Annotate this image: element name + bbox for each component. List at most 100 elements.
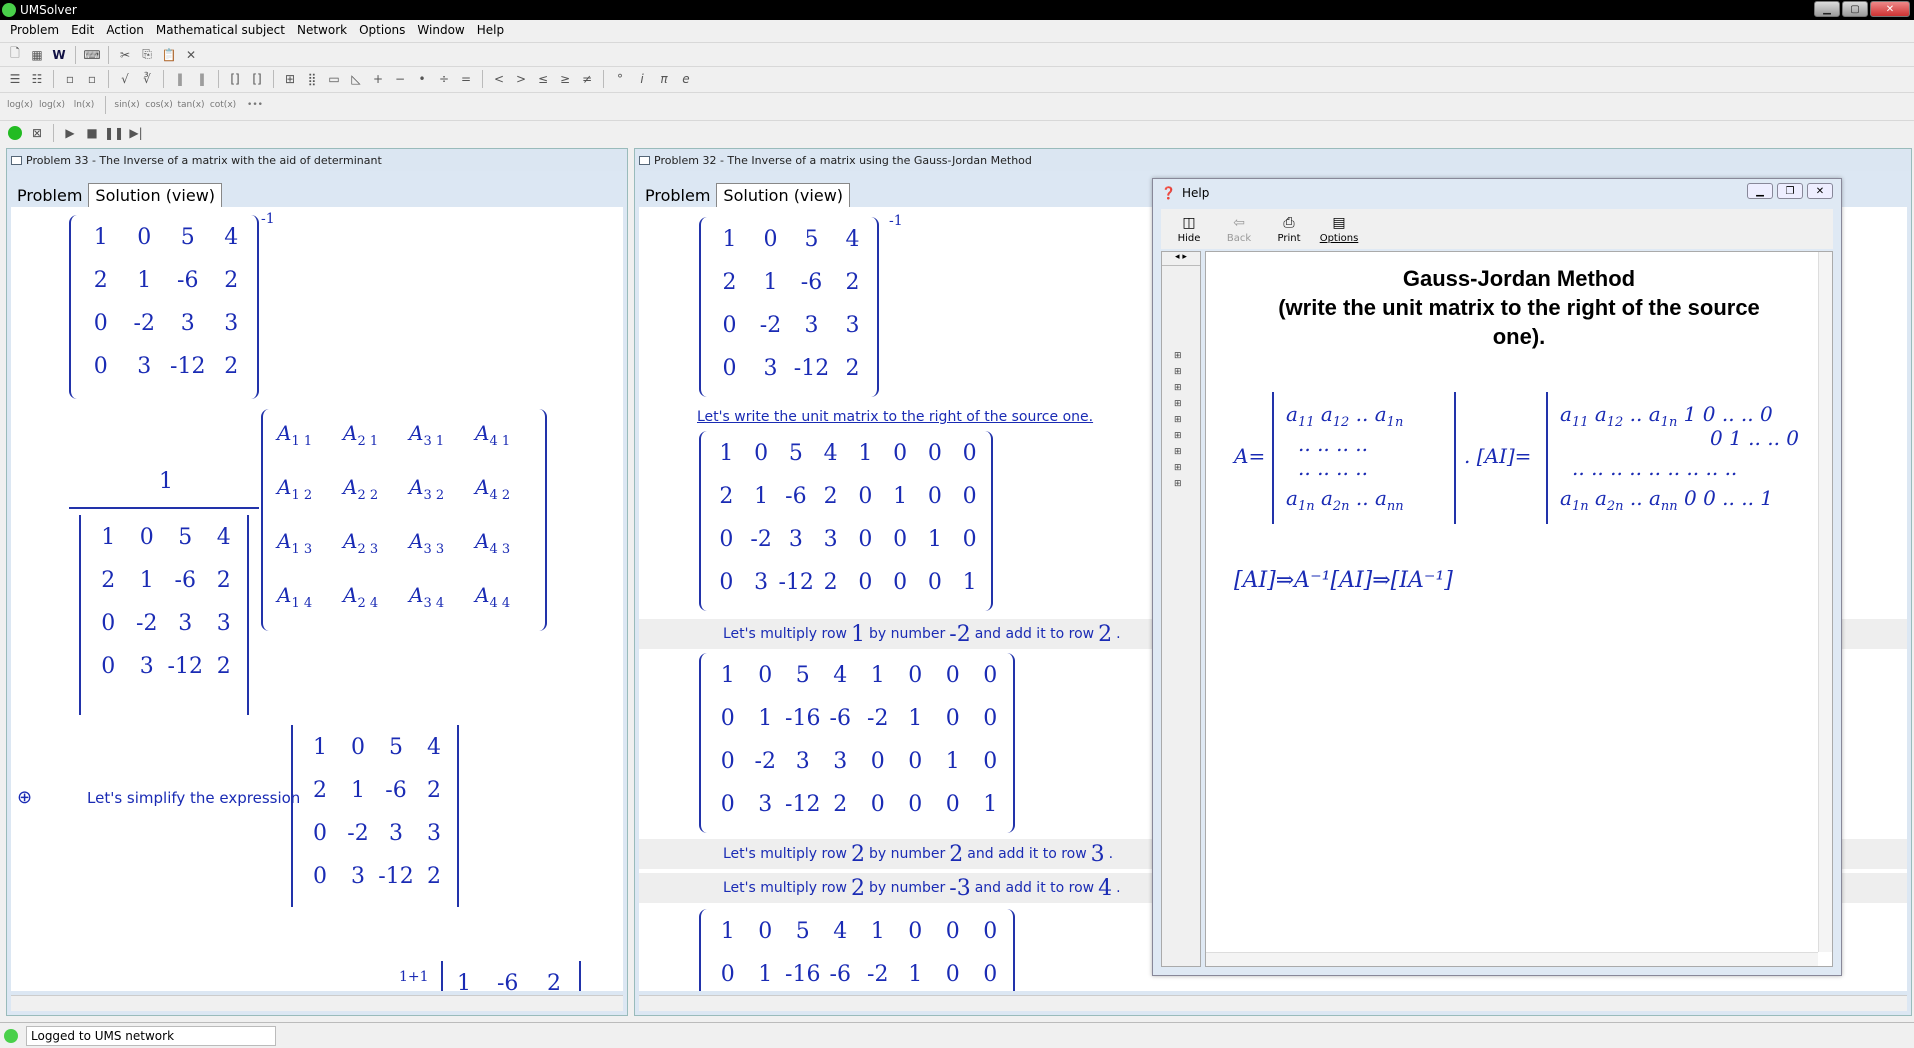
step-icon[interactable]: ▶| xyxy=(127,124,145,142)
help-close-button[interactable]: ✕ xyxy=(1807,183,1833,199)
log-base-button[interactable]: log(x) xyxy=(38,96,66,114)
bracket-icon[interactable]: [] xyxy=(248,70,266,88)
matrix-cell: 1 xyxy=(858,441,873,466)
help-minimize-button[interactable]: ▁ xyxy=(1747,183,1773,199)
back-button[interactable]: ⇦ Back xyxy=(1217,209,1261,249)
tab-solution-view[interactable]: Solution (view) xyxy=(716,183,851,207)
neq-icon[interactable]: ≠ xyxy=(578,70,596,88)
menu-bar: Problem Edit Action Mathematical subject… xyxy=(0,20,1914,40)
superscript-icon[interactable]: ▫ xyxy=(61,70,79,88)
horizontal-scrollbar-right[interactable] xyxy=(639,995,1907,1011)
cos-button[interactable]: cos(x) xyxy=(145,96,173,114)
imaginary-icon[interactable]: i xyxy=(633,70,651,88)
options-button[interactable]: ▤ Options xyxy=(1317,209,1361,249)
rows2-icon[interactable]: ☷ xyxy=(28,70,46,88)
equals-icon[interactable]: = xyxy=(457,70,475,88)
cofactor-cell: A1 2 xyxy=(277,475,313,503)
root-n-icon[interactable]: ∛ xyxy=(138,70,156,88)
matrix-cell: 1 xyxy=(719,441,734,466)
matrix-cell: 1 xyxy=(945,749,960,774)
menu-network[interactable]: Network xyxy=(291,23,353,37)
maximize-button[interactable]: ▢ xyxy=(1842,1,1868,17)
tan-button[interactable]: tan(x) xyxy=(177,96,205,114)
paren-icon[interactable]: [] xyxy=(226,70,244,88)
tab-problem[interactable]: Problem xyxy=(11,184,88,207)
word-icon[interactable]: W xyxy=(50,46,68,64)
pane-scroll-arrows[interactable]: ◂ ▸ xyxy=(1162,252,1200,266)
write-unit-matrix-link[interactable]: Let's write the unit matrix to the right… xyxy=(697,409,1093,425)
matrix-cell: 1 xyxy=(758,706,773,731)
network-icon[interactable]: ⌨ xyxy=(83,46,101,64)
play-icon[interactable]: ▶ xyxy=(61,124,79,142)
hide-button[interactable]: ◫ Hide xyxy=(1167,209,1211,249)
disconnect-icon[interactable]: ⊠ xyxy=(28,124,46,142)
cut-icon[interactable]: ✂ xyxy=(116,46,134,64)
menu-help[interactable]: Help xyxy=(471,23,510,37)
degree-icon[interactable]: ° xyxy=(611,70,629,88)
menu-window[interactable]: Window xyxy=(411,23,470,37)
help-horizontal-scrollbar[interactable] xyxy=(1206,952,1818,966)
less-icon[interactable]: < xyxy=(490,70,508,88)
cofactor-cell: A4 4 xyxy=(475,583,511,611)
matrix-cell: 0 xyxy=(945,706,960,731)
stop-icon[interactable]: ■ xyxy=(83,124,101,142)
vector-icon[interactable]: ▭ xyxy=(325,70,343,88)
rows-icon[interactable]: ☰ xyxy=(6,70,24,88)
cot-button[interactable]: cot(x) xyxy=(209,96,237,114)
log-button[interactable]: log(x) xyxy=(6,96,34,114)
tree-expanders[interactable]: ⊞ ⊞ ⊞ ⊞ ⊞ ⊞ ⊞ ⊞ ⊞ xyxy=(1174,348,1184,492)
pi-icon[interactable]: π xyxy=(655,70,673,88)
greater-icon[interactable]: > xyxy=(512,70,530,88)
help-restore-button[interactable]: ❐ xyxy=(1777,183,1803,199)
help-contents-pane[interactable]: ◂ ▸ ⊞ ⊞ ⊞ ⊞ ⊞ ⊞ ⊞ ⊞ ⊞ xyxy=(1161,251,1201,967)
connect-icon[interactable] xyxy=(6,124,24,142)
tab-solution-view[interactable]: Solution (view) xyxy=(88,183,223,207)
new-icon[interactable]: 🗋 xyxy=(6,46,24,64)
norm-icon[interactable]: ‖ xyxy=(193,70,211,88)
grid-icon[interactable]: ⣿ xyxy=(303,70,321,88)
delete-icon[interactable]: ✕ xyxy=(182,46,200,64)
leq-icon[interactable]: ≤ xyxy=(534,70,552,88)
more-button[interactable]: ••• xyxy=(241,96,269,114)
help-vertical-scrollbar[interactable] xyxy=(1818,252,1832,952)
ln-button[interactable]: ln(x) xyxy=(70,96,98,114)
expand-arrow-icon[interactable]: ⊕ xyxy=(17,787,32,808)
matrix-icon[interactable]: ⊞ xyxy=(281,70,299,88)
root-icon[interactable]: √ xyxy=(116,70,134,88)
matrix-cell: 0 xyxy=(720,749,735,774)
dot-icon[interactable]: • xyxy=(413,70,431,88)
matrix-cell: -6 xyxy=(177,268,199,293)
matrix-cell: -12 xyxy=(778,570,814,595)
paste-icon[interactable]: 📋 xyxy=(160,46,178,64)
matrix-cell: -6 xyxy=(800,270,823,295)
close-button[interactable]: ✕ xyxy=(1870,1,1910,17)
tab-problem[interactable]: Problem xyxy=(639,184,716,207)
triangle-icon[interactable]: ◺ xyxy=(347,70,365,88)
geq-icon[interactable]: ≥ xyxy=(556,70,574,88)
subscript-icon[interactable]: ▫ xyxy=(83,70,101,88)
matrix-cell: 3 xyxy=(180,311,195,336)
determinant-left: 1 0 5 4 2 1 -6 2 0 -2 3 3 0 3 -12 2 xyxy=(79,515,249,715)
pause-icon[interactable]: ❚❚ xyxy=(104,124,124,142)
plus-icon[interactable]: + xyxy=(369,70,387,88)
calculator-icon[interactable]: ▦ xyxy=(28,46,46,64)
sin-button[interactable]: sin(x) xyxy=(113,96,141,114)
toolbar-run: ⊠ ▶ ■ ❚❚ ▶| xyxy=(0,120,1914,144)
matrix-cell: 2 xyxy=(823,570,838,595)
menu-options[interactable]: Options xyxy=(353,23,411,37)
minimize-button[interactable]: ▁ xyxy=(1814,1,1840,17)
matrix-cell: 4 xyxy=(845,227,860,252)
menu-mathematical-subject[interactable]: Mathematical subject xyxy=(150,23,291,37)
menu-action[interactable]: Action xyxy=(100,23,150,37)
menu-edit[interactable]: Edit xyxy=(65,23,100,37)
minus-icon[interactable]: − xyxy=(391,70,409,88)
menu-problem[interactable]: Problem xyxy=(4,23,65,37)
euler-icon[interactable]: e xyxy=(677,70,695,88)
divide-icon[interactable]: ÷ xyxy=(435,70,453,88)
abs-icon[interactable]: ‖ xyxy=(171,70,189,88)
print-button[interactable]: ⎙ Print xyxy=(1267,209,1311,249)
matrix-cell: -2 xyxy=(347,821,369,846)
copy-icon[interactable]: ⎘ xyxy=(138,46,156,64)
horizontal-scrollbar-left[interactable] xyxy=(11,995,623,1011)
matrix-cell: -6 xyxy=(829,706,851,731)
